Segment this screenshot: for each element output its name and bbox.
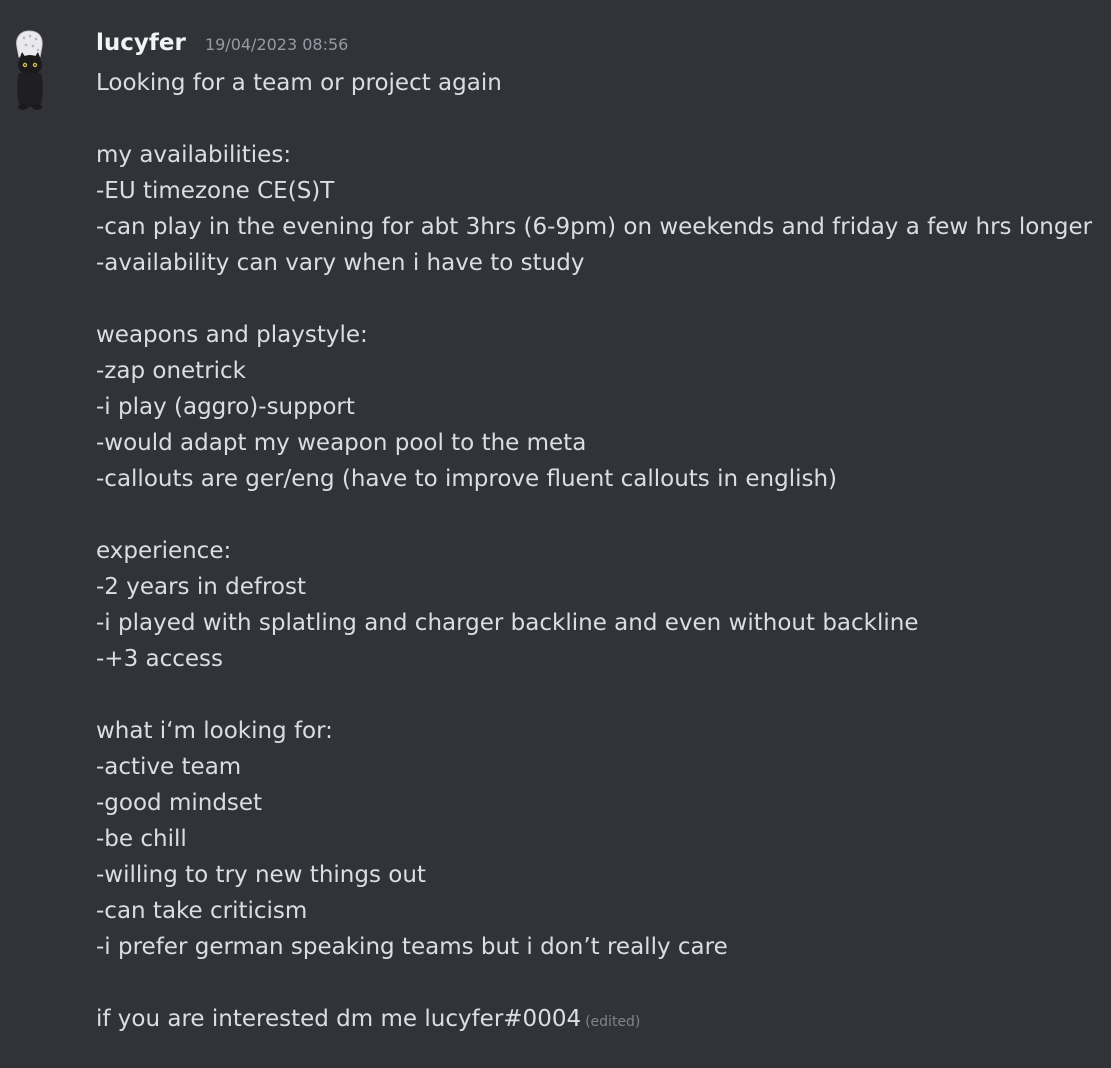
message-header: lucyfer 19/04/2023 08:56 — [96, 30, 348, 62]
chat-message: lucyfer 19/04/2023 08:56 Looking for a t… — [0, 0, 1111, 1068]
message-line: -willing to try new things out — [96, 862, 426, 888]
message-line: -good mindset — [96, 790, 263, 816]
message-content: Looking for a team or project again my a… — [96, 65, 1111, 1037]
message-line: if you are interested dm me lucyfer#0004 — [96, 1006, 582, 1032]
message-timestamp: 19/04/2023 08:56 — [204, 35, 349, 54]
cat-avatar-icon — [16, 30, 43, 110]
message-line: -+3 access — [96, 646, 224, 672]
message-line — [96, 965, 1111, 1001]
message-line: weapons and playstyle: — [96, 322, 368, 348]
message-line: my availabilities: — [96, 142, 292, 168]
user-avatar[interactable] — [11, 27, 47, 111]
message-line: Looking for a team or project again — [96, 70, 502, 96]
message-line: -EU timezone CE(S)T — [96, 178, 335, 204]
message-line: -i played with splatling and charger bac… — [96, 610, 919, 636]
message-line: -active team — [96, 754, 242, 780]
message-line: -i prefer german speaking teams but i do… — [96, 934, 728, 960]
message-line: -can take criticism — [96, 898, 308, 924]
message-line — [96, 497, 1111, 533]
message-line: experience: — [96, 538, 232, 564]
message-line — [96, 677, 1111, 713]
message-last-line: if you are interested dm me lucyfer#0004… — [96, 1001, 1111, 1037]
message-line: -can play in the evening for abt 3hrs (6… — [96, 214, 1093, 240]
message-line: -be chill — [96, 826, 187, 852]
message-line: -i play (aggro)-support — [96, 394, 355, 420]
username[interactable]: lucyfer — [96, 30, 186, 56]
message-line: -would adapt my weapon pool to the meta — [96, 430, 587, 456]
message-line — [96, 281, 1111, 317]
message-line: -availability can vary when i have to st… — [96, 250, 585, 276]
message-line: what i‘m looking for: — [96, 718, 333, 744]
message-line: -callouts are ger/eng (have to improve f… — [96, 466, 838, 492]
message-line: -zap onetrick — [96, 358, 247, 384]
edited-label: (edited) — [585, 1014, 641, 1030]
message-line — [96, 101, 1111, 137]
message-line: -2 years in defrost — [96, 574, 306, 600]
